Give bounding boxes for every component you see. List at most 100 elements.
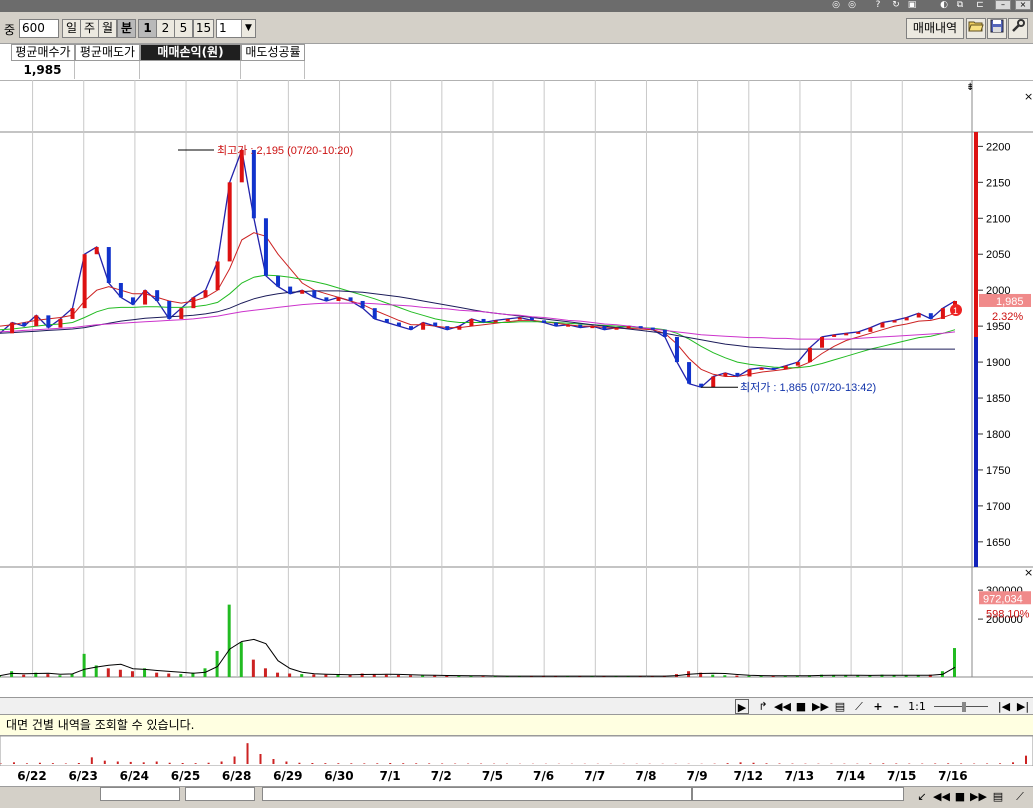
float-icon[interactable]: ⧉	[954, 0, 966, 10]
overview-bar	[350, 763, 353, 764]
candle	[493, 320, 498, 323]
first-icon[interactable]: |◀	[997, 699, 1011, 714]
info-icon-2[interactable]: ◎	[846, 0, 858, 10]
period-month-toggle[interactable]: 월	[98, 19, 117, 38]
volume-bar	[300, 674, 304, 677]
last-icon[interactable]: ▶|	[1016, 699, 1030, 714]
status-field-2	[185, 787, 255, 801]
rewind-icon-2[interactable]: ◀◀	[933, 789, 950, 804]
help-icon[interactable]: ?	[872, 0, 884, 10]
period-day-toggle[interactable]: 일	[62, 19, 81, 38]
low-annotation: 최저가 : 1,865 (07/20-13:42)	[740, 381, 876, 394]
tab-icon[interactable]: ⊏	[974, 0, 986, 10]
indicator-icon-2[interactable]: ⟋	[1012, 789, 1028, 804]
candle	[312, 290, 317, 298]
overview-bar	[220, 761, 223, 764]
stop-icon[interactable]: ■	[795, 699, 807, 714]
interval-2-toggle[interactable]: 2	[156, 19, 175, 38]
price-scale-down-bar	[974, 337, 978, 567]
period-week-toggle[interactable]: 주	[80, 19, 99, 38]
indicator-icon[interactable]: ⟋	[851, 699, 867, 714]
price-tick-label: 2200	[986, 141, 1010, 153]
date-label: 6/30	[324, 769, 354, 783]
avg-sell-value	[75, 61, 140, 79]
price-tick-label: 1750	[986, 465, 1010, 477]
close-icon[interactable]: ×	[1015, 0, 1031, 10]
candle	[892, 320, 897, 323]
candle	[276, 275, 281, 287]
jump-icon[interactable]: ↱	[756, 699, 770, 714]
date-label: 7/6	[533, 769, 555, 783]
overview-bar	[116, 761, 119, 764]
link-icon[interactable]: ↻	[890, 0, 902, 10]
stop-icon-2[interactable]: ■	[954, 789, 966, 804]
overview-bar	[324, 763, 327, 764]
volume-bar	[251, 659, 255, 677]
overview-bar	[246, 743, 249, 764]
fast-forward-icon[interactable]: ▶▶	[812, 699, 829, 714]
chart-icon-2[interactable]: ▤	[990, 789, 1006, 804]
candle	[34, 315, 39, 327]
fast-forward-icon-2[interactable]: ▶▶	[970, 789, 987, 804]
interval-5-toggle[interactable]: 5	[174, 19, 193, 38]
summary-header: 평균매수가 평균매도가 매매손익(원) 매도성공률	[0, 44, 1033, 61]
overview-bar	[272, 759, 275, 764]
zoom-ratio-label[interactable]: 1:1	[908, 699, 926, 714]
price-chart[interactable]: 2200215021002050200019501900185018001750…	[0, 80, 1033, 697]
folder-open-icon[interactable]	[966, 18, 986, 39]
overview-bar	[181, 763, 184, 764]
chart-navigation-strip: ▶ ↱ ◀◀ ■ ▶▶ ▤ ⟋ + – 1:1 |◀ ▶|	[0, 697, 1033, 715]
scroll-icon[interactable]: ↙	[915, 789, 929, 804]
rewind-icon[interactable]: ◀◀	[774, 699, 791, 714]
high-annotation: 최고가 : 2,195 (07/20-10:20)	[217, 144, 353, 157]
overview-bar	[207, 762, 210, 764]
period-minute-toggle[interactable]: 분	[117, 19, 136, 38]
interval-1-toggle[interactable]: 1	[138, 19, 157, 38]
date-label: 7/8	[635, 769, 657, 783]
overview-bar	[51, 763, 54, 764]
volume-bar	[106, 668, 110, 677]
price-tick-label: 1650	[986, 537, 1010, 549]
zoom-out-icon[interactable]: –	[890, 699, 902, 714]
count-input[interactable]: 600	[19, 19, 59, 38]
interval-15-toggle[interactable]: 15	[193, 19, 214, 38]
overview-bar	[285, 761, 288, 764]
play-icon[interactable]: ▶	[735, 699, 749, 714]
candle	[783, 365, 788, 370]
pin-icon[interactable]: ◐	[938, 0, 950, 10]
tile-icon[interactable]: ▣	[906, 0, 918, 10]
volume-bar	[22, 674, 26, 677]
date-label: 6/29	[273, 769, 303, 783]
collapse-icon: ⇟	[966, 82, 974, 93]
date-label: 7/14	[835, 769, 866, 783]
chart-icon[interactable]: ▤	[832, 699, 848, 714]
candle	[251, 149, 256, 219]
zoom-slider[interactable]	[932, 699, 990, 714]
zoom-in-icon[interactable]: +	[872, 699, 884, 714]
status-field-4	[692, 787, 904, 801]
candle	[820, 336, 825, 348]
date-label: 6/23	[68, 769, 98, 783]
candle	[372, 308, 377, 319]
overview-bar	[337, 763, 340, 764]
interval-select[interactable]: 1 ▼	[216, 19, 256, 38]
pnl-header: 매매손익(원)	[140, 44, 241, 61]
overview-bar	[142, 762, 145, 764]
candle	[82, 254, 87, 309]
candle	[856, 331, 861, 334]
overview-bar	[778, 763, 781, 764]
avg-buy-value: 1,985	[11, 61, 75, 79]
save-icon[interactable]	[987, 18, 1007, 39]
candle	[795, 362, 800, 366]
wrench-icon[interactable]	[1008, 18, 1028, 39]
candle	[421, 322, 426, 330]
candle	[481, 318, 486, 323]
overview-chart[interactable]	[0, 736, 1033, 766]
date-label: 7/13	[784, 769, 815, 783]
candle	[263, 218, 268, 276]
info-icon[interactable]: ◎	[830, 0, 842, 10]
chevron-down-icon[interactable]: ▼	[241, 20, 255, 37]
minimize-button[interactable]: –	[995, 0, 1011, 10]
overview-bar	[869, 763, 872, 764]
trade-history-button[interactable]: 매매내역	[906, 18, 964, 39]
